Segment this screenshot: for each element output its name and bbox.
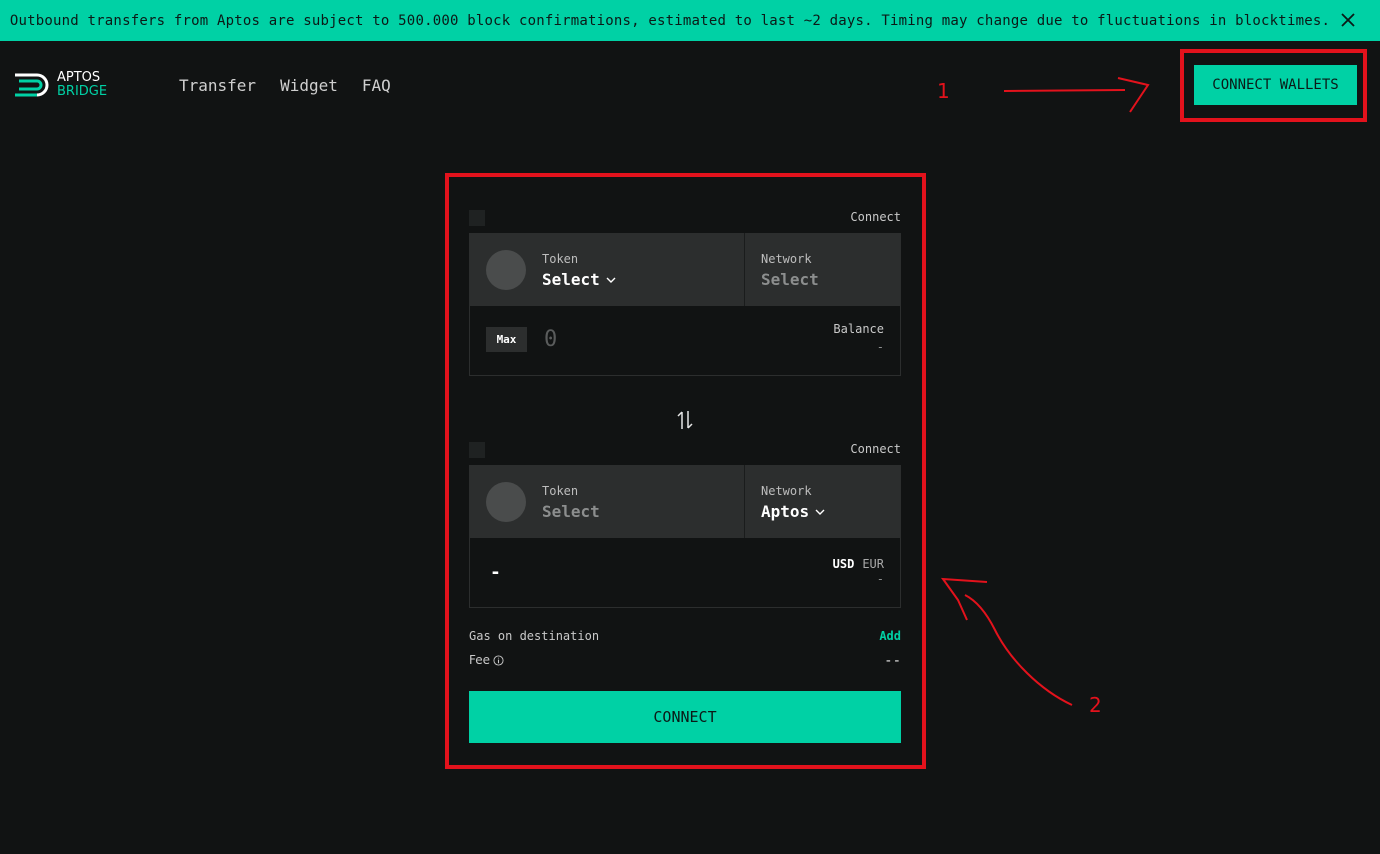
annotation-arrow-2 xyxy=(940,577,1073,706)
logo[interactable]: APTOS BRIDGE xyxy=(13,69,107,101)
annotation-box-1 xyxy=(1180,49,1367,122)
annotation-box-2 xyxy=(445,173,926,769)
logo-line-aptos: APTOS xyxy=(57,70,101,85)
logo-line-bridge: BRIDGE xyxy=(57,84,108,99)
logo-text: APTOS BRIDGE xyxy=(57,71,107,99)
nav-widget[interactable]: Widget xyxy=(280,76,338,95)
main-nav: Transfer Widget FAQ xyxy=(179,76,391,95)
close-icon[interactable] xyxy=(1338,10,1358,30)
banner-text: Outbound transfers from Aptos are subjec… xyxy=(9,12,1331,29)
logo-icon xyxy=(15,73,49,97)
nav-transfer[interactable]: Transfer xyxy=(179,76,256,95)
annotation-number-1: 1 xyxy=(937,79,950,103)
annotation-number-2: 2 xyxy=(1089,693,1102,717)
nav-faq[interactable]: FAQ xyxy=(362,76,391,95)
annotation-arrow-1 xyxy=(1003,77,1150,113)
announcement-banner: Outbound transfers from Aptos are subjec… xyxy=(0,0,1380,41)
